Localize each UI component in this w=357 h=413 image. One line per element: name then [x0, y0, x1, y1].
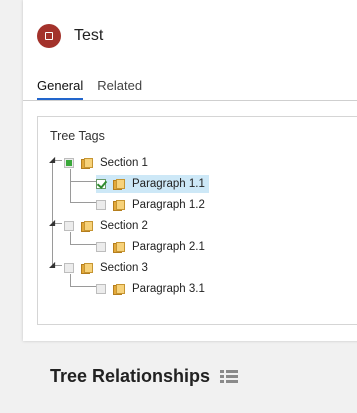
checkbox-partial[interactable] — [64, 158, 74, 168]
tree-node-label: Paragraph 3.1 — [132, 283, 205, 295]
folder-icon — [113, 199, 126, 211]
tree-node-label: Section 1 — [100, 157, 148, 169]
checkbox-unchecked[interactable] — [96, 242, 106, 252]
record-title: Test — [74, 27, 104, 44]
tree-node-label: Paragraph 1.1 — [132, 178, 205, 190]
expander-section-2-icon[interactable]: ◢ — [49, 219, 55, 227]
tab-divider — [23, 100, 357, 101]
list-view-icon[interactable] — [220, 370, 239, 383]
tree-node-paragraph-3-1[interactable]: Paragraph 3.1 — [96, 280, 205, 298]
checkbox-checked[interactable] — [96, 179, 106, 189]
tab-general[interactable]: General — [37, 78, 84, 100]
tree-node-label: Section 2 — [100, 220, 148, 232]
tab-related[interactable]: Related — [97, 78, 142, 100]
folder-icon — [81, 220, 94, 232]
tree-node-section-3[interactable]: Section 3 — [64, 259, 148, 277]
expander-section-1-icon[interactable]: ◢ — [49, 156, 55, 164]
tab-strip: General Related — [37, 78, 156, 100]
folder-icon — [81, 262, 94, 274]
checkbox-unchecked[interactable] — [64, 221, 74, 231]
tree-node-label: Paragraph 1.2 — [132, 199, 205, 211]
tree-tags-label: Tree Tags — [50, 129, 105, 143]
expander-section-3-icon[interactable]: ◢ — [49, 261, 55, 269]
tree-node-section-2[interactable]: Section 2 — [64, 217, 148, 235]
checkbox-unchecked[interactable] — [96, 200, 106, 210]
tree-node-paragraph-2-1[interactable]: Paragraph 2.1 — [96, 238, 205, 256]
tree-relationships-heading: Tree Relationships — [50, 366, 239, 387]
folder-icon — [113, 241, 126, 253]
tree-node-label: Section 3 — [100, 262, 148, 274]
folder-icon — [113, 178, 126, 190]
tree-tags-panel: Tree Tags ◢ ◢ ◢ Section 1 Paragraph 1.1 — [37, 116, 357, 325]
folder-icon — [113, 283, 126, 295]
tree-node-label: Paragraph 2.1 — [132, 241, 205, 253]
record-entity-icon — [37, 24, 61, 48]
checkbox-unchecked[interactable] — [96, 284, 106, 294]
tree-node-paragraph-1-1[interactable]: Paragraph 1.1 — [96, 175, 209, 193]
tree-node-section-1[interactable]: Section 1 — [64, 154, 148, 172]
section-title: Tree Relationships — [50, 366, 211, 386]
checkbox-unchecked[interactable] — [64, 263, 74, 273]
tree-node-paragraph-1-2[interactable]: Paragraph 1.2 — [96, 196, 205, 214]
folder-icon — [81, 157, 94, 169]
record-header: Test — [37, 23, 103, 49]
